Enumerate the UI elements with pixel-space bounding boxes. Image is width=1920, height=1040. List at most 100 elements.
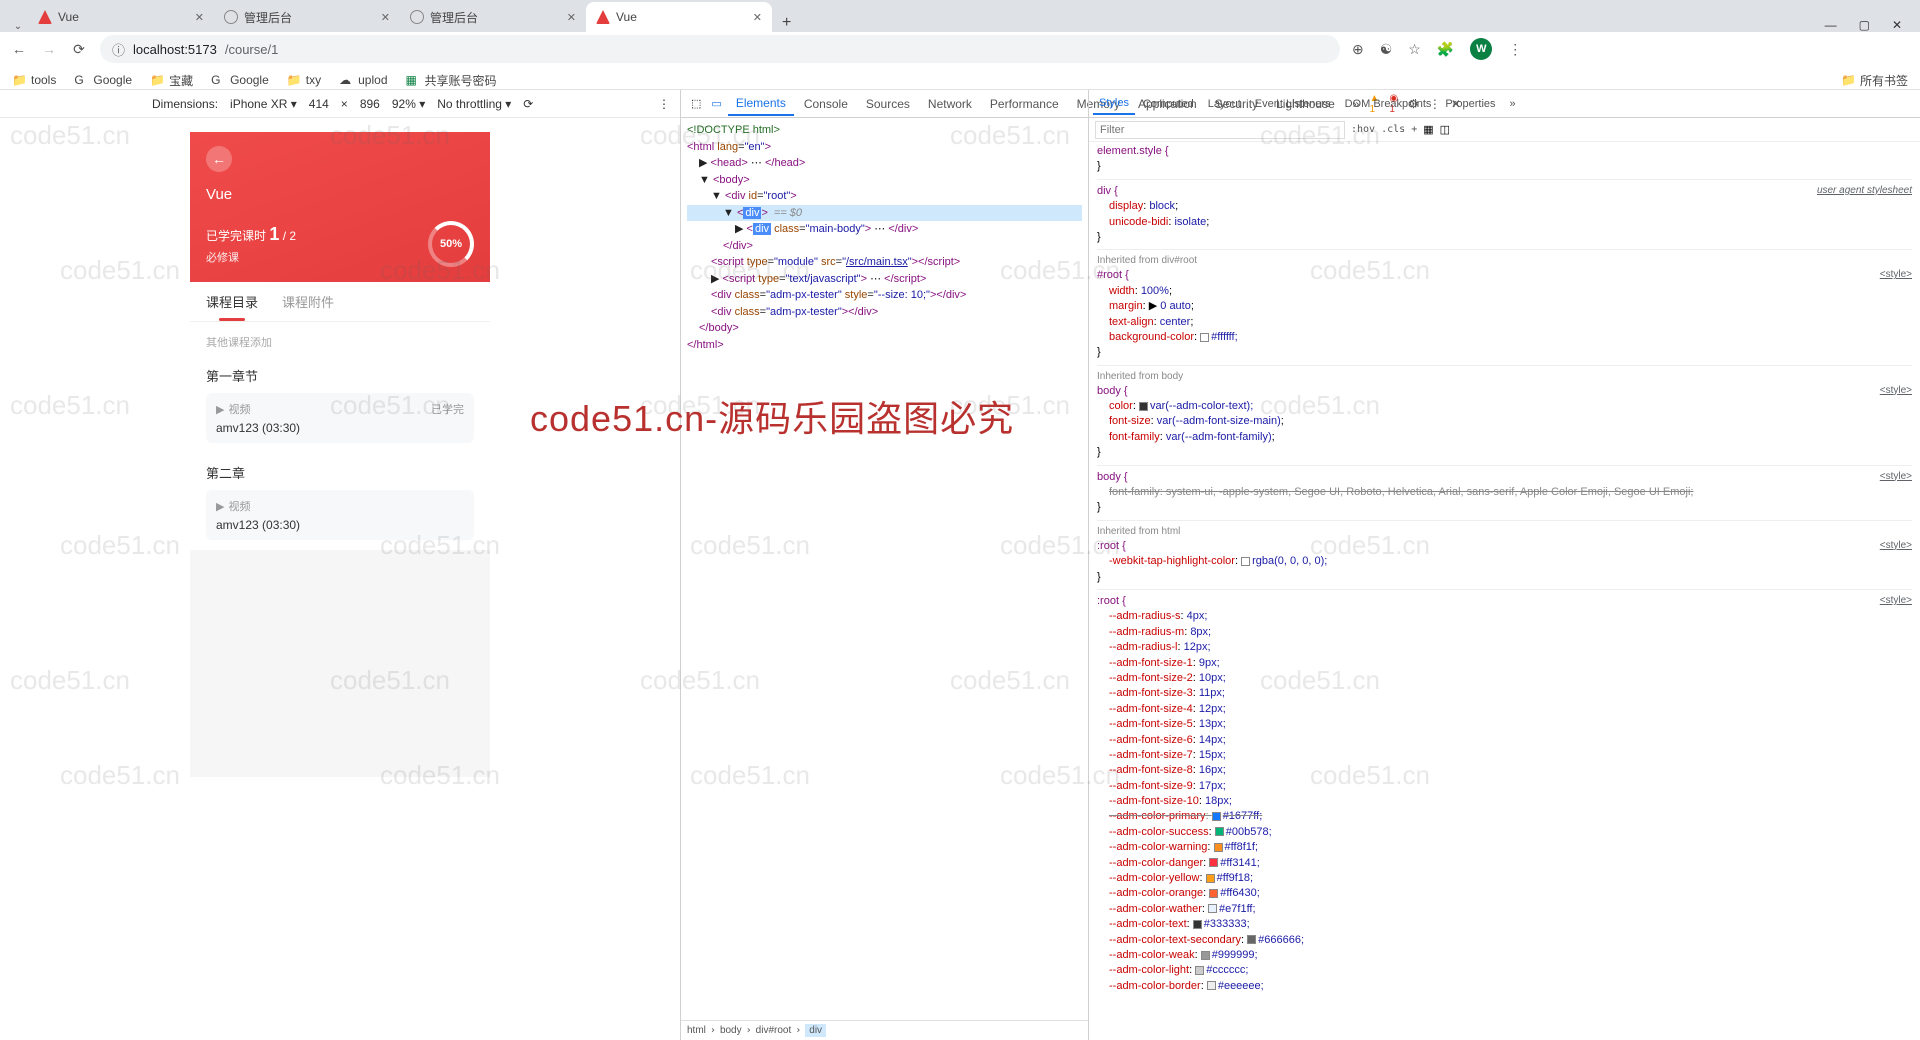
dom-tree[interactable]: <!DOCTYPE html> <html lang="en"> ▶ <head… xyxy=(681,118,1088,1020)
dom-line[interactable]: ▼ <body> xyxy=(687,172,1082,189)
new-rule-button[interactable]: + xyxy=(1411,124,1417,135)
bookmark-icon[interactable]: ☆ xyxy=(1408,41,1421,58)
inspect-icon[interactable]: ⬚ xyxy=(687,97,705,110)
info-icon[interactable]: ⓘ xyxy=(112,40,125,59)
maximize-icon[interactable]: ▢ xyxy=(1859,18,1870,32)
minimize-icon[interactable]: — xyxy=(1825,18,1837,32)
device-kebab-icon[interactable]: ⋮ xyxy=(658,97,680,111)
width-input[interactable]: 414 xyxy=(309,97,329,111)
dom-line[interactable]: <div class="adm-px-tester" style="--size… xyxy=(687,287,1082,304)
vue-favicon-icon xyxy=(38,10,52,24)
close-icon[interactable]: ✕ xyxy=(753,11,762,24)
browser-tab-3[interactable]: Vue ✕ xyxy=(586,2,772,32)
dom-line[interactable]: ▶ <head> ⋯ </head> xyxy=(687,155,1082,172)
height-input[interactable]: 896 xyxy=(360,97,380,111)
throttling-select[interactable]: No throttling ▾ xyxy=(437,97,511,111)
bookmark-item[interactable]: 📁宝藏 xyxy=(150,72,193,89)
tab-catalog[interactable]: 课程目录 xyxy=(206,292,258,311)
tab-title: 管理后台 xyxy=(244,9,292,26)
dom-line[interactable]: <script type="module" src="/src/main.tsx… xyxy=(687,254,1082,271)
bookmark-item[interactable]: GGoogle xyxy=(74,73,132,87)
bookmark-item[interactable]: 📁tools xyxy=(12,73,56,87)
vue-favicon-icon xyxy=(596,10,610,24)
browser-tab-0[interactable]: Vue ✕ xyxy=(28,2,214,32)
play-icon: ▶ xyxy=(216,500,224,513)
computed-icon[interactable]: ◫ xyxy=(1440,123,1450,136)
install-icon[interactable]: ⊕ xyxy=(1352,41,1364,58)
reload-button[interactable]: ⟳ xyxy=(70,41,88,58)
chapter-title: 第二章 xyxy=(206,463,474,482)
zoom-select[interactable]: 92% ▾ xyxy=(392,97,425,111)
phone-frame: ← Vue 已学完课时 1 / 2 必修课 50% 课程目录 课程附件 其他课程… xyxy=(190,132,490,777)
google-icon: G xyxy=(74,73,88,87)
tab-attachments[interactable]: 课程附件 xyxy=(282,292,334,311)
lesson-card[interactable]: ▶视频 已学完 amv123 (03:30) xyxy=(206,393,474,443)
tab-network[interactable]: Network xyxy=(920,93,980,115)
tab-properties[interactable]: Properties xyxy=(1439,94,1501,114)
tab-bar: ⌄ Vue ✕ 管理后台 ✕ 管理后台 ✕ Vue ✕ + — ▢ ✕ xyxy=(0,0,1920,32)
url-path: /course/1 xyxy=(225,42,278,57)
browser-tab-2[interactable]: 管理后台 ✕ xyxy=(400,2,586,32)
rotate-icon[interactable]: ⟳ xyxy=(523,97,533,111)
kebab-menu-icon[interactable]: ⋮ xyxy=(1508,41,1522,58)
styles-filter-input[interactable] xyxy=(1095,121,1345,139)
hov-toggle[interactable]: :hov xyxy=(1351,124,1375,135)
tab-layout[interactable]: Layout xyxy=(1202,94,1247,114)
url-host: localhost:5173 xyxy=(133,42,217,57)
flex-icon[interactable]: ▦ xyxy=(1423,123,1433,136)
tab-console[interactable]: Console xyxy=(796,93,856,115)
lesson-title: amv123 (03:30) xyxy=(216,421,464,435)
dom-line[interactable]: <!DOCTYPE html> xyxy=(687,122,1082,139)
back-button[interactable]: ← xyxy=(10,41,28,57)
dom-line[interactable]: ▶ <script type="text/javascript"> ⋯ </sc… xyxy=(687,271,1082,288)
dom-line[interactable]: ▼ <div id="root"> xyxy=(687,188,1082,205)
browser-tab-1[interactable]: 管理后台 ✕ xyxy=(214,2,400,32)
url-input[interactable]: ⓘ localhost:5173/course/1 xyxy=(100,35,1340,63)
close-window-icon[interactable]: ✕ xyxy=(1892,18,1902,32)
tab-title: 管理后台 xyxy=(430,9,478,26)
folder-icon: 📁 xyxy=(150,73,164,87)
forward-button[interactable]: → xyxy=(40,41,58,57)
tab-sources[interactable]: Sources xyxy=(858,93,918,115)
bookmark-item[interactable]: ☁uplod xyxy=(339,73,387,87)
extensions-icon[interactable]: 🧩 xyxy=(1437,41,1454,58)
browser-chrome: ⌄ Vue ✕ 管理后台 ✕ 管理后台 ✕ Vue ✕ + — ▢ ✕ ← xyxy=(0,0,1920,90)
app-title: Vue xyxy=(206,186,474,203)
dom-line[interactable]: </body> xyxy=(687,320,1082,337)
close-icon[interactable]: ✕ xyxy=(381,11,390,24)
close-icon[interactable]: ✕ xyxy=(567,11,576,24)
new-tab-button[interactable]: + xyxy=(772,14,801,32)
dom-line[interactable]: <div class="adm-px-tester"></div> xyxy=(687,304,1082,321)
styles-rules[interactable]: element.style { } user agent stylesheetd… xyxy=(1089,142,1920,1040)
dom-line[interactable]: <html lang="en"> xyxy=(687,139,1082,156)
tab-listeners[interactable]: Event Listeners xyxy=(1249,94,1337,114)
device-select[interactable]: iPhone XR ▾ xyxy=(230,97,297,111)
bookmark-item[interactable]: 📁txy xyxy=(287,73,321,87)
dom-line[interactable]: </html> xyxy=(687,337,1082,354)
dom-line-selected[interactable]: ▼ <div>== $0 xyxy=(687,205,1082,222)
play-icon: ▶ xyxy=(216,403,224,416)
devtools-area: Dimensions: iPhone XR ▾ 414 × 896 92% ▾ … xyxy=(0,90,1920,1040)
bookmark-item[interactable]: ▦共享账号密码 xyxy=(406,72,497,89)
styles-tabs: Styles Computed Layout Event Listeners D… xyxy=(1089,90,1920,118)
translate-icon[interactable]: ☯ xyxy=(1380,41,1393,58)
all-bookmarks-button[interactable]: 📁所有书签 xyxy=(1841,72,1908,89)
back-button[interactable]: ← xyxy=(206,146,232,172)
close-icon[interactable]: ✕ xyxy=(195,11,204,24)
more-tabs-icon[interactable]: » xyxy=(1504,94,1522,114)
tab-menu-caret[interactable]: ⌄ xyxy=(8,21,28,32)
dom-line[interactable]: </div> xyxy=(687,238,1082,255)
tab-computed[interactable]: Computed xyxy=(1137,94,1200,114)
tab-performance[interactable]: Performance xyxy=(982,93,1067,115)
tab-elements[interactable]: Elements xyxy=(728,92,794,116)
tab-styles[interactable]: Styles xyxy=(1093,93,1135,115)
profile-avatar[interactable]: W xyxy=(1470,38,1492,60)
media-label: ▶视频 xyxy=(216,498,250,514)
dom-breadcrumb[interactable]: html › body › div#root › div xyxy=(681,1020,1088,1040)
toggle-device-icon[interactable]: ▭ xyxy=(707,97,725,110)
bookmark-item[interactable]: GGoogle xyxy=(211,73,269,87)
cls-toggle[interactable]: .cls xyxy=(1381,124,1405,135)
dom-line[interactable]: ▶ <div class="main-body"> ⋯ </div> xyxy=(687,221,1082,238)
tab-dom-breakpoints[interactable]: DOM Breakpoints xyxy=(1339,94,1438,114)
lesson-card[interactable]: ▶视频 amv123 (03:30) xyxy=(206,490,474,540)
